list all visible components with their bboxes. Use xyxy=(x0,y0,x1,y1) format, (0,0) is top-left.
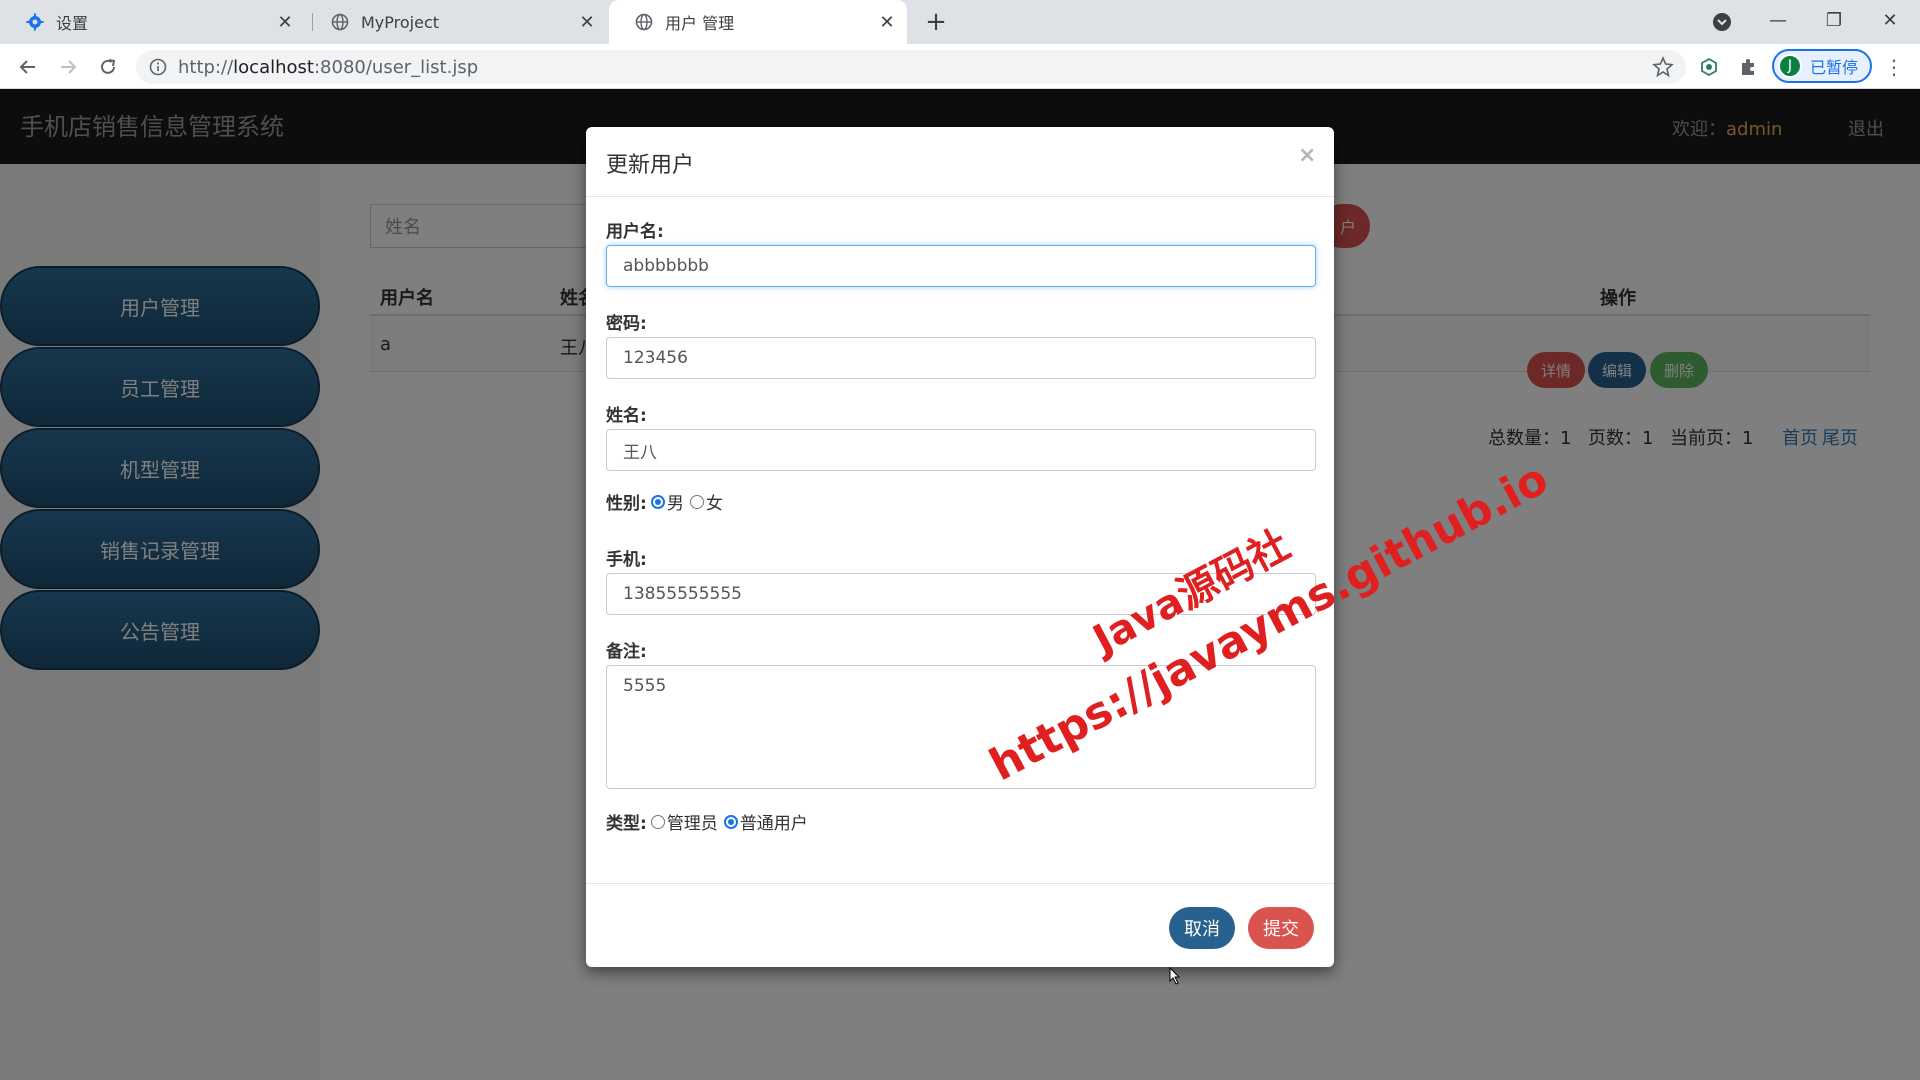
submit-button[interactable]: 提交 xyxy=(1248,907,1314,949)
close-tab-icon[interactable]: ✕ xyxy=(271,8,299,36)
restore-window-button[interactable]: ❐ xyxy=(1806,0,1862,40)
modal-footer-divider xyxy=(586,883,1334,884)
back-button[interactable] xyxy=(12,51,44,83)
profile-button[interactable]: J 已暂停 xyxy=(1772,49,1872,83)
gender-label: 性别: xyxy=(606,494,647,514)
site-info-icon[interactable] xyxy=(148,57,168,77)
new-tab-button[interactable]: + xyxy=(920,6,952,38)
gear-icon xyxy=(26,13,44,31)
modal-header: 更新用户 × xyxy=(586,127,1334,197)
modal-title: 更新用户 xyxy=(606,153,695,178)
type-normal-user-label: 普通用户 xyxy=(739,814,808,834)
close-icon[interactable]: × xyxy=(1298,143,1316,168)
mouse-cursor-icon xyxy=(1169,967,1181,985)
forward-arrow-icon xyxy=(61,60,77,74)
url-text: http://localhost:8080/user_list.jsp xyxy=(178,56,479,78)
remark-textarea[interactable]: 5555 xyxy=(606,665,1316,789)
gender-female-label: 女 xyxy=(705,494,723,514)
browser-toolbar: http://localhost:8080/user_list.jsp J 已暂… xyxy=(0,44,1920,89)
username-field[interactable]: abbbbbbb xyxy=(606,245,1316,287)
browser-menu-icon[interactable]: ⋮ xyxy=(1882,55,1906,79)
globe-icon xyxy=(331,13,349,31)
tab-myproject[interactable]: MyProject ✕ xyxy=(305,0,607,44)
tab-label: MyProject xyxy=(361,12,440,32)
gender-radio-group: 性别: 男 女 xyxy=(606,489,729,514)
globe-icon xyxy=(635,13,653,31)
reload-button[interactable] xyxy=(92,51,124,83)
remark-label: 备注: xyxy=(606,642,647,662)
back-arrow-icon xyxy=(19,60,35,74)
gender-male-radio[interactable] xyxy=(650,494,665,509)
type-radio-group: 类型: 管理员 普通用户 xyxy=(606,809,814,834)
gender-female-radio[interactable] xyxy=(689,494,704,509)
close-tab-icon[interactable]: ✕ xyxy=(573,8,601,36)
address-bar[interactable]: http://localhost:8080/user_list.jsp xyxy=(136,50,1686,84)
tab-user-management[interactable]: 用户 管理 ✕ xyxy=(609,0,907,44)
forward-button[interactable] xyxy=(52,51,84,83)
profile-status-label: 已暂停 xyxy=(1810,58,1859,77)
browser-tab-strip: 设置 ✕ MyProject ✕ 用户 管理 ✕ + — ❐ ✕ xyxy=(0,0,1920,44)
bookmark-star-icon[interactable] xyxy=(1652,55,1674,78)
type-label: 类型: xyxy=(606,814,647,834)
password-label: 密码: xyxy=(606,314,647,334)
name-label: 姓名: xyxy=(606,406,647,426)
tab-settings[interactable]: 设置 ✕ xyxy=(0,0,305,44)
type-admin-label: 管理员 xyxy=(666,814,718,834)
cancel-button[interactable]: 取消 xyxy=(1169,907,1235,949)
puzzle-extensions-icon[interactable] xyxy=(1736,55,1760,79)
type-normal-user-radio[interactable] xyxy=(723,814,738,829)
close-window-button[interactable]: ✕ xyxy=(1862,0,1918,40)
phone-field[interactable]: 13855555555 xyxy=(606,573,1316,615)
tab-label: 设置 xyxy=(56,14,89,33)
tab-label: 用户 管理 xyxy=(665,14,735,33)
tab-search-icon[interactable] xyxy=(1710,10,1734,34)
minimize-window-button[interactable]: — xyxy=(1750,0,1806,40)
reload-icon xyxy=(101,59,116,74)
username-label: 用户名: xyxy=(606,222,664,242)
gender-male-label: 男 xyxy=(666,494,684,514)
type-admin-radio[interactable] xyxy=(650,814,665,829)
name-field[interactable]: 王八 xyxy=(606,429,1316,471)
extension-icon[interactable] xyxy=(1697,55,1721,79)
password-field[interactable]: 123456 xyxy=(606,337,1316,379)
avatar: J xyxy=(1778,54,1802,78)
web-page: 手机店销售信息管理系统 欢迎：admin 退出 用户管理 员工管理 机型管理 销… xyxy=(0,89,1920,1080)
close-tab-icon[interactable]: ✕ xyxy=(873,8,901,36)
update-user-modal: 更新用户 × 用户名: abbbbbbb 密码: 123456 姓名: 王八 性… xyxy=(586,127,1334,967)
phone-label: 手机: xyxy=(606,550,647,570)
